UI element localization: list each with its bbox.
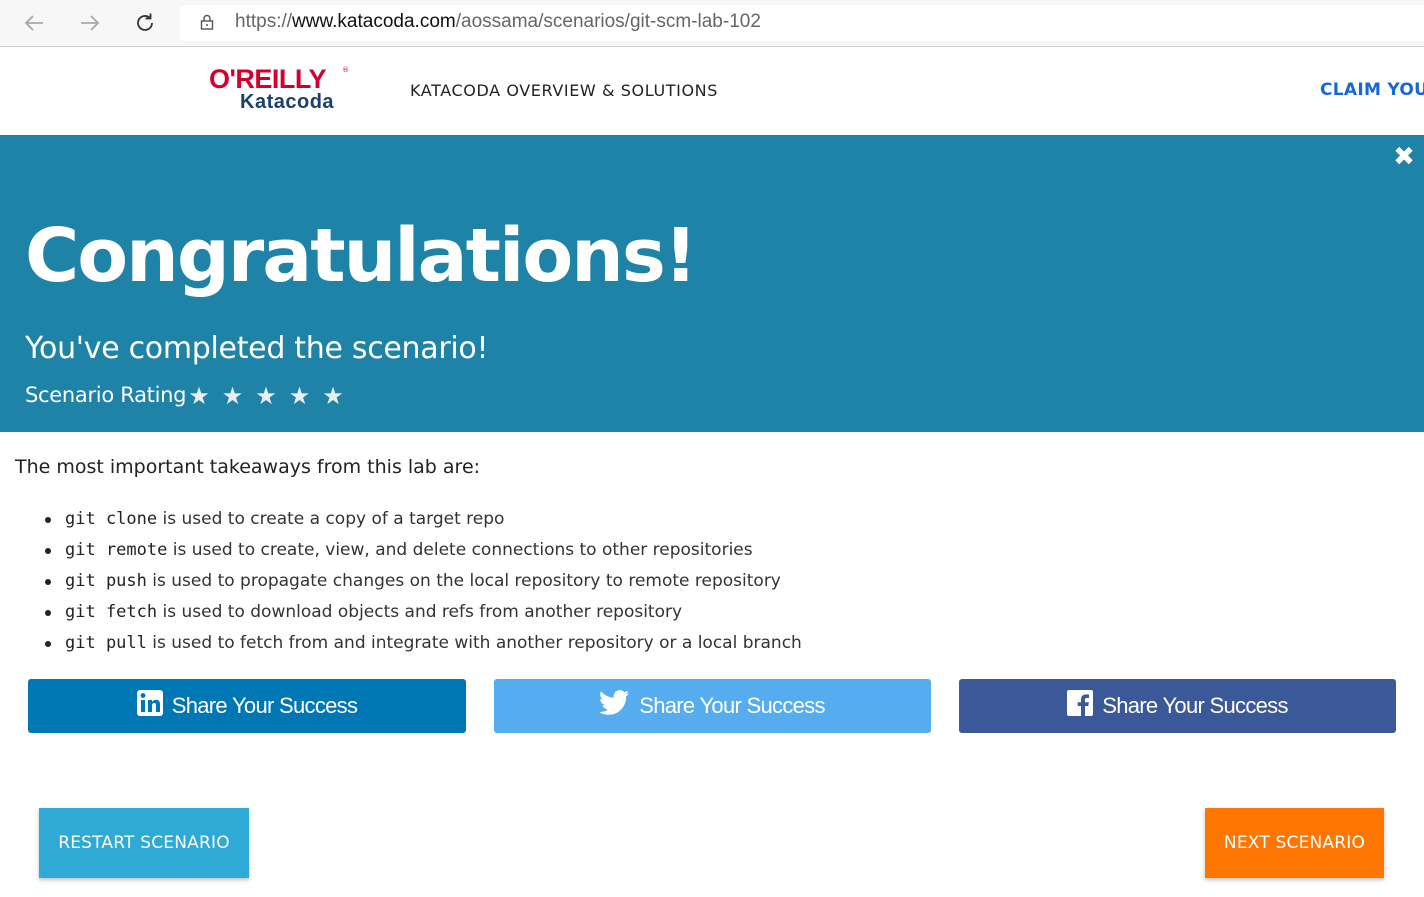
star-icon[interactable]: ★ [254, 384, 278, 408]
share-linkedin-button[interactable]: Share Your Success [28, 679, 466, 733]
list-item: git fetch is used to download objects an… [40, 597, 802, 628]
rating-stars[interactable]: ★ ★ ★ ★ ★ [187, 384, 355, 410]
star-icon[interactable]: ★ [288, 384, 312, 408]
command-description: is used to propagate changes on the loca… [146, 571, 781, 591]
nav-claim-link[interactable]: CLAIM YOUR [1320, 80, 1424, 100]
share-label: Share Your Success [639, 693, 825, 718]
command-code: git clone [65, 509, 158, 529]
command-code: git remote [65, 540, 168, 560]
congratulations-banner: ✖ Congratulations! You've completed the … [0, 135, 1424, 432]
lock-icon [200, 14, 214, 30]
logo-katacoda-text: Katacoda [240, 91, 335, 113]
arrow-right-icon[interactable] [76, 9, 104, 37]
restart-scenario-button[interactable]: RESTART SCENARIO [39, 808, 249, 878]
bullet-dot [45, 579, 51, 585]
url-text: https://www.katacoda.com/aossama/scenari… [235, 11, 761, 33]
bullet-dot [45, 641, 51, 647]
list-item: git pull is used to fetch from and integ… [40, 628, 802, 659]
command-description: is used to create a copy of a target rep… [157, 509, 505, 529]
reload-icon[interactable] [131, 9, 159, 37]
arrow-left-icon[interactable] [20, 9, 48, 37]
browser-toolbar: https://www.katacoda.com/aossama/scenari… [0, 0, 1424, 47]
command-description: is used to download objects and refs fro… [157, 602, 683, 622]
facebook-icon [1067, 690, 1094, 722]
nav-overview-solutions[interactable]: KATACODA OVERVIEW & SOLUTIONS [410, 81, 718, 100]
command-description: is used to fetch from and integrate with… [146, 633, 802, 653]
share-facebook-button[interactable]: Share Your Success [959, 679, 1396, 733]
scenario-rating-label: Scenario Rating [25, 383, 187, 407]
star-icon[interactable]: ★ [187, 384, 211, 408]
takeaways-intro: The most important takeaways from this l… [15, 456, 481, 478]
logo-registered-mark: ® [342, 66, 349, 74]
bullet-dot [45, 517, 51, 523]
oreilly-katacoda-logo[interactable]: O'REILLY ® Katacoda [209, 64, 359, 116]
list-item: git remote is used to create, view, and … [40, 535, 802, 566]
url-path: /aossama/scenarios/git-scm-lab-102 [455, 11, 761, 32]
share-twitter-button[interactable]: Share Your Success [494, 679, 931, 733]
share-label: Share Your Success [171, 693, 358, 718]
address-bar[interactable]: https://www.katacoda.com/aossama/scenari… [180, 5, 1424, 41]
share-label: Share Your Success [1102, 693, 1288, 718]
url-scheme: https:// [235, 11, 293, 32]
completion-subtitle: You've completed the scenario! [25, 331, 489, 366]
bullet-dot [45, 610, 51, 616]
list-item: git clone is used to create a copy of a … [40, 504, 802, 535]
command-code: git pull [65, 633, 147, 653]
close-icon[interactable]: ✖ [1392, 144, 1416, 170]
bullet-dot [45, 548, 51, 554]
linkedin-icon [136, 690, 163, 722]
command-description: is used to create, view, and delete conn… [167, 540, 753, 560]
page-title: Congratulations! [25, 213, 698, 299]
site-header: O'REILLY ® Katacoda KATACODA OVERVIEW & … [0, 47, 1424, 136]
twitter-icon [599, 690, 630, 722]
list-item: git push is used to propagate changes on… [40, 566, 802, 597]
command-code: git fetch [65, 602, 158, 622]
url-host: www.katacoda.com [292, 11, 456, 32]
star-icon[interactable]: ★ [321, 384, 345, 408]
command-code: git push [65, 571, 147, 591]
star-icon[interactable]: ★ [221, 384, 245, 408]
next-scenario-button[interactable]: NEXT SCENARIO [1205, 808, 1384, 878]
takeaways-list: git clone is used to create a copy of a … [40, 504, 802, 659]
